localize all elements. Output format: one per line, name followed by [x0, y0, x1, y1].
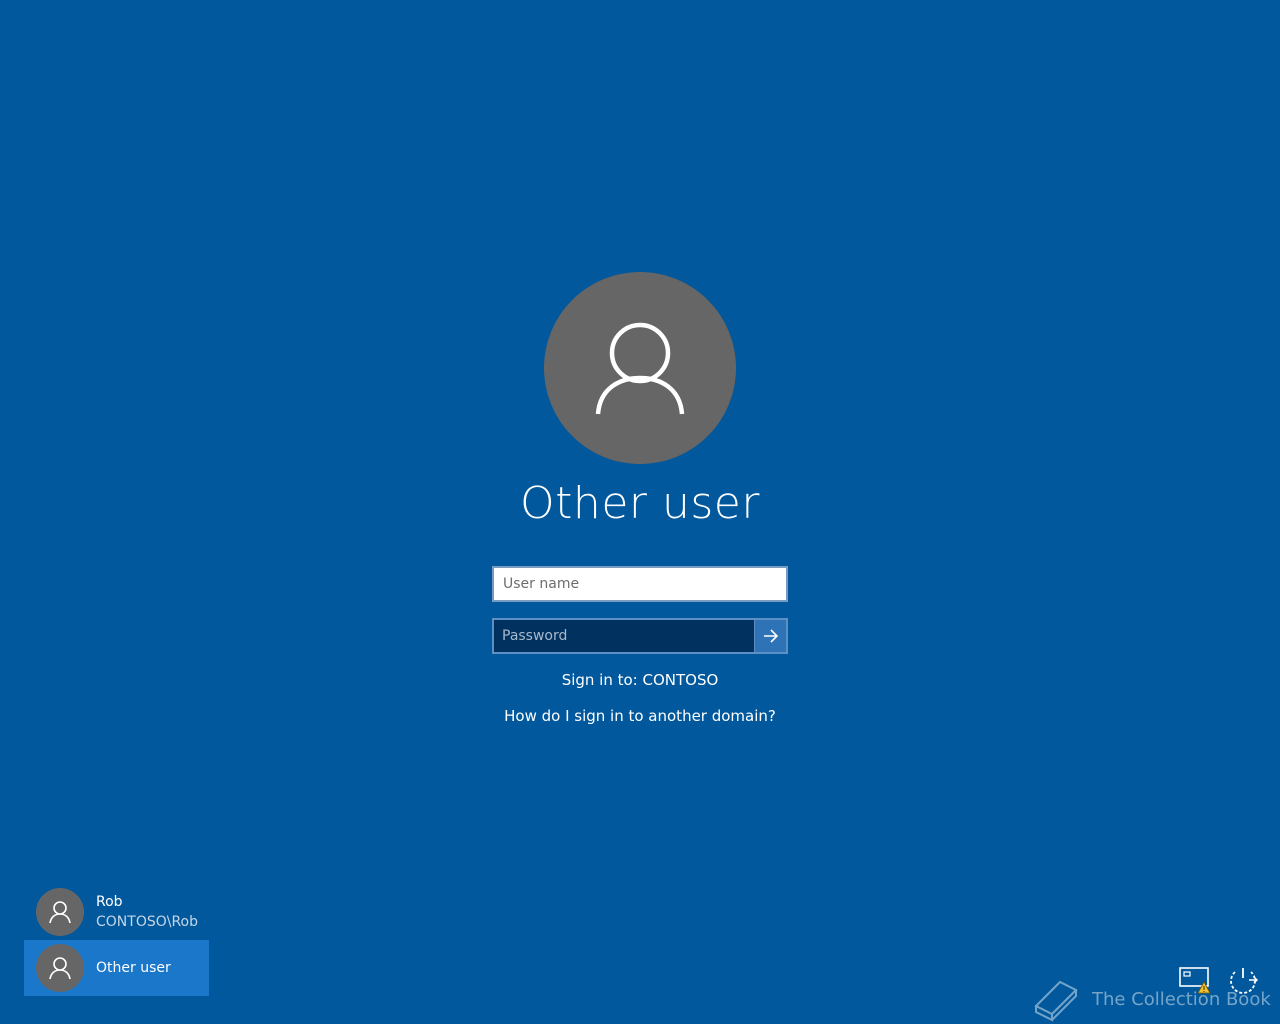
- avatar: [36, 944, 84, 992]
- user-silhouette-icon: [49, 901, 71, 924]
- user-tile-name: Rob: [96, 894, 123, 910]
- password-input[interactable]: [494, 620, 754, 652]
- sign-in-panel: Other user Sign in to: CONTOSO How do I …: [0, 0, 1280, 1024]
- user-avatar: [544, 272, 736, 464]
- power-icon: [1230, 968, 1258, 994]
- svg-text:!: !: [1202, 985, 1205, 994]
- user-title: Other user: [520, 478, 760, 529]
- book-icon: [1034, 980, 1078, 1022]
- network-warning-icon: !: [1179, 967, 1211, 994]
- arrow-right-icon: [763, 629, 778, 643]
- user-switcher-list: Rob CONTOSO\Rob Other user: [24, 884, 210, 996]
- user-silhouette-icon: [595, 322, 685, 415]
- user-tile-text: Rob CONTOSO\Rob: [96, 892, 198, 932]
- lock-screen: Other user Sign in to: CONTOSO How do I …: [0, 0, 1280, 1024]
- username-input[interactable]: [492, 566, 788, 602]
- corner-tray: !: [1178, 962, 1260, 996]
- user-tile-text: Other user: [96, 958, 171, 978]
- user-tile-rob[interactable]: Rob CONTOSO\Rob: [24, 884, 209, 940]
- power-button[interactable]: [1226, 962, 1260, 996]
- avatar: [36, 888, 84, 936]
- network-warning-button[interactable]: !: [1178, 962, 1212, 996]
- user-silhouette-icon: [49, 957, 71, 980]
- password-field-group: [492, 618, 788, 654]
- submit-button[interactable]: [754, 620, 786, 652]
- sign-in-domain-text: Sign in to: CONTOSO: [561, 671, 719, 689]
- user-tile-other-user[interactable]: Other user: [24, 940, 209, 996]
- user-tile-account: CONTOSO\Rob: [96, 914, 199, 930]
- user-tile-name: Other user: [96, 960, 171, 976]
- domain-help-link[interactable]: How do I sign in to another domain?: [440, 707, 840, 725]
